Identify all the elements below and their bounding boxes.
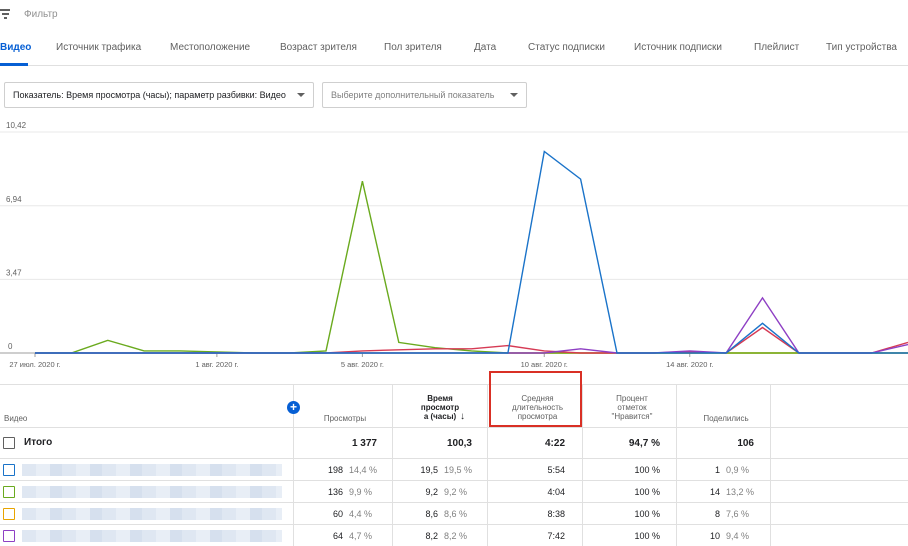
y-tick-label: 10,42 xyxy=(6,121,27,130)
filter-icon[interactable] xyxy=(0,9,12,19)
video-title-blurred[interactable] xyxy=(22,508,282,520)
total-checkbox[interactable] xyxy=(3,437,15,449)
active-tab-indicator xyxy=(0,63,28,66)
row-avg-duration: 5:54 xyxy=(547,465,565,475)
metric-dropdown-label: Показатель: Время просмотра (часы); пара… xyxy=(13,90,286,100)
watch-time-line-chart: 10,42 6,94 3,47 0 27 июл. 2020 г. 1 авг. 2020… xyxy=(0,121,908,369)
total-label: Итого xyxy=(24,437,53,448)
tab-playlist[interactable]: Плейлист xyxy=(754,42,799,53)
table-row[interactable]: 60 4,4 % 8,6 8,6 % 8:38 100 % 8 7,6 % xyxy=(0,503,908,525)
extra-metric-dropdown-label: Выберите дополнительный показатель xyxy=(331,90,495,100)
row-shares: 1 0,9 % xyxy=(714,465,750,475)
header-watch-time[interactable]: Время просмотр а (часы) xyxy=(404,394,476,421)
row-watch-time: 9,2 9,2 % xyxy=(425,487,468,497)
header-shares[interactable]: Поделились xyxy=(684,414,768,423)
tab-traffic-source[interactable]: Источник трафика xyxy=(56,42,141,53)
total-shares: 106 xyxy=(737,438,754,449)
row-views: 60 4,4 % xyxy=(332,509,373,519)
total-watch-time: 100,3 xyxy=(446,438,472,449)
row-checkbox[interactable] xyxy=(3,464,15,476)
row-likes-percent: 100 % xyxy=(634,531,660,541)
filter-input[interactable]: Фильтр xyxy=(24,9,58,20)
series-line[interactable] xyxy=(35,296,908,354)
filter-bar[interactable]: Фильтр xyxy=(0,0,908,30)
dropdown-arrow-icon xyxy=(510,93,518,97)
video-title-blurred[interactable] xyxy=(22,464,282,476)
header-likes-percent[interactable]: Процент отметок "Нравится" xyxy=(590,394,674,421)
row-avg-duration: 8:38 xyxy=(547,509,565,519)
header-video: Видео xyxy=(4,414,28,423)
table-row[interactable]: 198 14,4 % 19,5 19,5 % 5:54 100 % 1 0,9 % xyxy=(0,459,908,481)
series-line[interactable] xyxy=(35,181,908,354)
table-row[interactable]: 136 9,9 % 9,2 9,2 % 4:04 100 % 14 13,2 % xyxy=(0,481,908,503)
x-tick-label: 1 авг. 2020 г. xyxy=(195,360,238,369)
series-line[interactable] xyxy=(35,150,908,354)
row-watch-time: 8,2 8,2 % xyxy=(425,531,468,541)
tab-location[interactable]: Местоположение xyxy=(170,42,250,53)
video-title-blurred[interactable] xyxy=(22,530,282,542)
row-watch-time: 8,6 8,6 % xyxy=(425,509,468,519)
extra-metric-dropdown[interactable]: Выберите дополнительный показатель xyxy=(322,82,527,108)
row-likes-percent: 100 % xyxy=(634,509,660,519)
tab-video[interactable]: Видео xyxy=(0,42,31,53)
x-tick-label: 14 авг. 2020 г. xyxy=(666,360,713,369)
y-tick-label: 6,94 xyxy=(6,195,22,204)
sort-down-icon[interactable]: ↓ xyxy=(460,411,465,422)
header-avg-duration[interactable]: Средняя длительность просмотра xyxy=(495,394,580,421)
total-avg-duration: 4:22 xyxy=(544,438,565,449)
row-likes-percent: 100 % xyxy=(634,487,660,497)
tab-subscription-source[interactable]: Источник подписки xyxy=(634,42,722,53)
row-views: 64 4,7 % xyxy=(332,531,373,541)
dropdown-arrow-icon xyxy=(297,93,305,97)
y-tick-label: 0 xyxy=(8,342,13,351)
x-tick-label: 10 авг. 2020 г. xyxy=(521,360,568,369)
row-likes-percent: 100 % xyxy=(634,465,660,475)
x-tick-label: 5 авг. 2020 г. xyxy=(341,360,384,369)
metric-dropdown[interactable]: Показатель: Время просмотра (часы); пара… xyxy=(4,82,314,108)
row-shares: 10 9,4 % xyxy=(709,531,750,541)
tab-viewer-gender[interactable]: Пол зрителя xyxy=(384,42,442,53)
y-tick-label: 3,47 xyxy=(6,268,22,277)
tab-subscription-status[interactable]: Статус подписки xyxy=(528,42,605,53)
row-avg-duration: 7:42 xyxy=(547,531,565,541)
row-checkbox[interactable] xyxy=(3,486,15,498)
row-views: 198 14,4 % xyxy=(327,465,378,475)
row-watch-time: 19,5 19,5 % xyxy=(420,465,473,475)
table-row[interactable]: 64 4,7 % 8,2 8,2 % 7:42 100 % 10 9,4 % xyxy=(0,525,908,546)
tab-device-type[interactable]: Тип устройства xyxy=(826,42,897,53)
table-total-row: Итого 1 377 100,3 4:22 94,7 % 106 xyxy=(0,427,908,459)
total-views: 1 377 xyxy=(351,438,377,449)
tab-viewer-age[interactable]: Возраст зрителя xyxy=(280,42,357,53)
row-checkbox[interactable] xyxy=(3,530,15,542)
video-title-blurred[interactable] xyxy=(22,486,282,498)
dimension-tabs: Видео Источник трафика Местоположение Во… xyxy=(0,30,908,66)
tab-date[interactable]: Дата xyxy=(474,42,496,53)
series-line[interactable] xyxy=(35,326,908,354)
row-checkbox[interactable] xyxy=(3,508,15,520)
header-views[interactable]: Просмотры xyxy=(300,414,390,423)
row-views: 136 9,9 % xyxy=(327,487,373,497)
row-shares: 14 13,2 % xyxy=(709,487,755,497)
video-metrics-table: Видео + Просмотры Время просмотр а (часы… xyxy=(0,371,908,546)
x-tick-label: 27 июл. 2020 г. xyxy=(9,360,60,369)
row-avg-duration: 4:04 xyxy=(547,487,565,497)
add-metric-button[interactable]: + xyxy=(287,401,300,414)
total-likes-percent: 94,7 % xyxy=(628,438,660,449)
row-shares: 8 7,6 % xyxy=(714,509,750,519)
